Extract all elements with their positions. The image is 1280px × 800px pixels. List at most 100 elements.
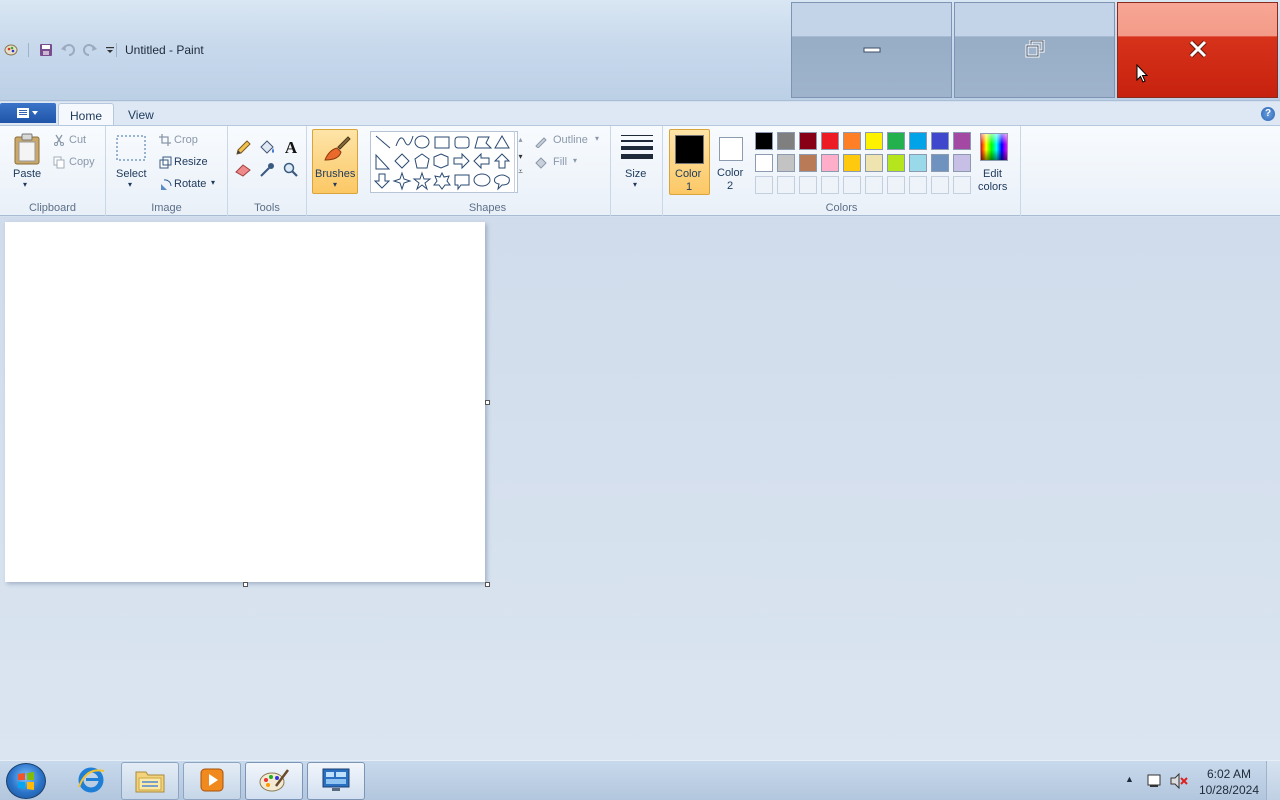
- paste-label[interactable]: Paste: [13, 168, 41, 180]
- outline-dropdown-icon[interactable]: ▾: [595, 134, 599, 143]
- color-swatch[interactable]: [931, 154, 949, 172]
- redo-icon[interactable]: [81, 41, 99, 59]
- drawing-canvas[interactable]: [5, 222, 485, 582]
- custom-color-slot[interactable]: [777, 176, 795, 194]
- brushes-label: Brushes: [315, 168, 356, 180]
- tab-view[interactable]: View: [117, 103, 165, 126]
- color-swatch[interactable]: [931, 132, 949, 150]
- copy-button[interactable]: Copy: [69, 156, 95, 168]
- taskbar-paint[interactable]: [245, 762, 303, 800]
- magnifier-icon[interactable]: [281, 160, 301, 180]
- save-icon[interactable]: [37, 41, 55, 59]
- crop-icon: [158, 133, 172, 147]
- color-swatch[interactable]: [821, 132, 839, 150]
- custom-color-slot[interactable]: [887, 176, 905, 194]
- color-swatch[interactable]: [777, 132, 795, 150]
- brushes-button[interactable]: Brushes ▾: [312, 129, 358, 194]
- custom-color-slot[interactable]: [931, 176, 949, 194]
- paste-icon[interactable]: [12, 132, 42, 166]
- color-swatch[interactable]: [909, 132, 927, 150]
- taskbar-clock[interactable]: 6:02 AM 10/28/2024: [1199, 766, 1259, 798]
- rotate-icon: [158, 177, 172, 191]
- custom-color-slot[interactable]: [755, 176, 773, 194]
- size-dropdown-icon[interactable]: ▾: [633, 180, 637, 189]
- scroll-down-icon[interactable]: ▾: [515, 152, 526, 161]
- undo-icon[interactable]: [59, 41, 77, 59]
- color-swatch[interactable]: [777, 154, 795, 172]
- fill-bucket-icon[interactable]: [257, 138, 277, 158]
- color-swatch[interactable]: [865, 132, 883, 150]
- color-swatch[interactable]: [799, 154, 817, 172]
- taskbar-media-player[interactable]: [183, 762, 241, 800]
- taskbar-file-explorer[interactable]: [121, 762, 179, 800]
- show-desktop-button[interactable]: [1266, 761, 1280, 800]
- color-swatch[interactable]: [843, 154, 861, 172]
- size-label[interactable]: Size: [625, 168, 646, 180]
- color1-number: 1: [686, 181, 693, 193]
- color-spectrum-icon: [980, 133, 1008, 161]
- select-label[interactable]: Select: [116, 168, 147, 180]
- crop-button[interactable]: Crop: [174, 134, 198, 146]
- text-tool-icon[interactable]: A: [281, 138, 301, 158]
- expand-gallery-icon[interactable]: ⩡: [515, 167, 526, 177]
- resize-handle-corner[interactable]: [485, 582, 490, 587]
- fill-button[interactable]: Fill: [553, 156, 567, 168]
- color-swatch[interactable]: [755, 154, 773, 172]
- custom-color-slot[interactable]: [953, 176, 971, 194]
- select-dropdown-icon[interactable]: ▾: [128, 180, 132, 189]
- resize-handle-right[interactable]: [485, 400, 490, 405]
- restore-button[interactable]: [954, 2, 1115, 98]
- title-bar: Untitled - Paint: [0, 0, 1280, 101]
- color-swatch[interactable]: [953, 132, 971, 150]
- taskbar-internet-explorer[interactable]: [62, 762, 120, 800]
- minimize-button[interactable]: [791, 2, 952, 98]
- outline-button[interactable]: Outline: [553, 134, 588, 146]
- color-swatch[interactable]: [909, 154, 927, 172]
- shapes-scroll[interactable]: ▴ ▾ ⩡: [514, 131, 526, 193]
- color-swatch[interactable]: [887, 154, 905, 172]
- color-swatch[interactable]: [755, 132, 773, 150]
- size-lines-icon[interactable]: [620, 133, 654, 161]
- paint-app-icon[interactable]: [2, 41, 20, 59]
- custom-color-slot[interactable]: [865, 176, 883, 194]
- resize-button[interactable]: Resize: [174, 156, 208, 168]
- shapes-gallery-icons[interactable]: [371, 132, 519, 194]
- cut-button[interactable]: Cut: [69, 134, 86, 146]
- custom-color-slot[interactable]: [821, 176, 839, 194]
- color-picker-icon[interactable]: [257, 160, 277, 180]
- color2-button[interactable]: Color 2: [712, 129, 752, 195]
- color-swatch[interactable]: [821, 154, 839, 172]
- taskbar-remote-desktop[interactable]: [307, 762, 365, 800]
- paste-dropdown-icon[interactable]: ▾: [23, 180, 27, 189]
- tab-home[interactable]: Home: [58, 103, 115, 126]
- color1-button[interactable]: Color 1: [669, 129, 710, 195]
- file-menu-button[interactable]: [0, 103, 56, 123]
- edit-colors-button[interactable]: Edit colors: [976, 130, 1016, 196]
- resize-handle-bottom[interactable]: [243, 582, 248, 587]
- color-swatch[interactable]: [865, 154, 883, 172]
- select-icon[interactable]: [116, 134, 146, 162]
- pencil-icon[interactable]: [233, 138, 253, 158]
- fill-dropdown-icon[interactable]: ▾: [573, 156, 577, 165]
- volume-muted-icon[interactable]: [1170, 772, 1188, 792]
- edit-colors-label-line2: colors: [978, 181, 1008, 193]
- color-swatch[interactable]: [843, 132, 861, 150]
- eraser-icon[interactable]: [233, 160, 253, 180]
- color1-swatch: [675, 135, 704, 164]
- custom-color-slot[interactable]: [799, 176, 817, 194]
- rotate-button[interactable]: Rotate: [174, 178, 206, 190]
- copy-icon: [52, 155, 66, 169]
- color-swatch[interactable]: [887, 132, 905, 150]
- help-icon[interactable]: ?: [1261, 107, 1275, 121]
- color-swatch[interactable]: [799, 132, 817, 150]
- show-hidden-icons-icon[interactable]: ▲: [1125, 774, 1134, 784]
- custom-color-slot[interactable]: [909, 176, 927, 194]
- action-center-icon[interactable]: [1146, 773, 1162, 792]
- color-swatch[interactable]: [953, 154, 971, 172]
- scroll-up-icon[interactable]: ▴: [515, 135, 526, 144]
- color2-label: Color: [717, 167, 744, 179]
- rotate-dropdown-icon[interactable]: ▾: [211, 178, 215, 187]
- custom-color-slot[interactable]: [843, 176, 861, 194]
- start-button[interactable]: [6, 763, 46, 799]
- title-separator: [116, 43, 117, 57]
